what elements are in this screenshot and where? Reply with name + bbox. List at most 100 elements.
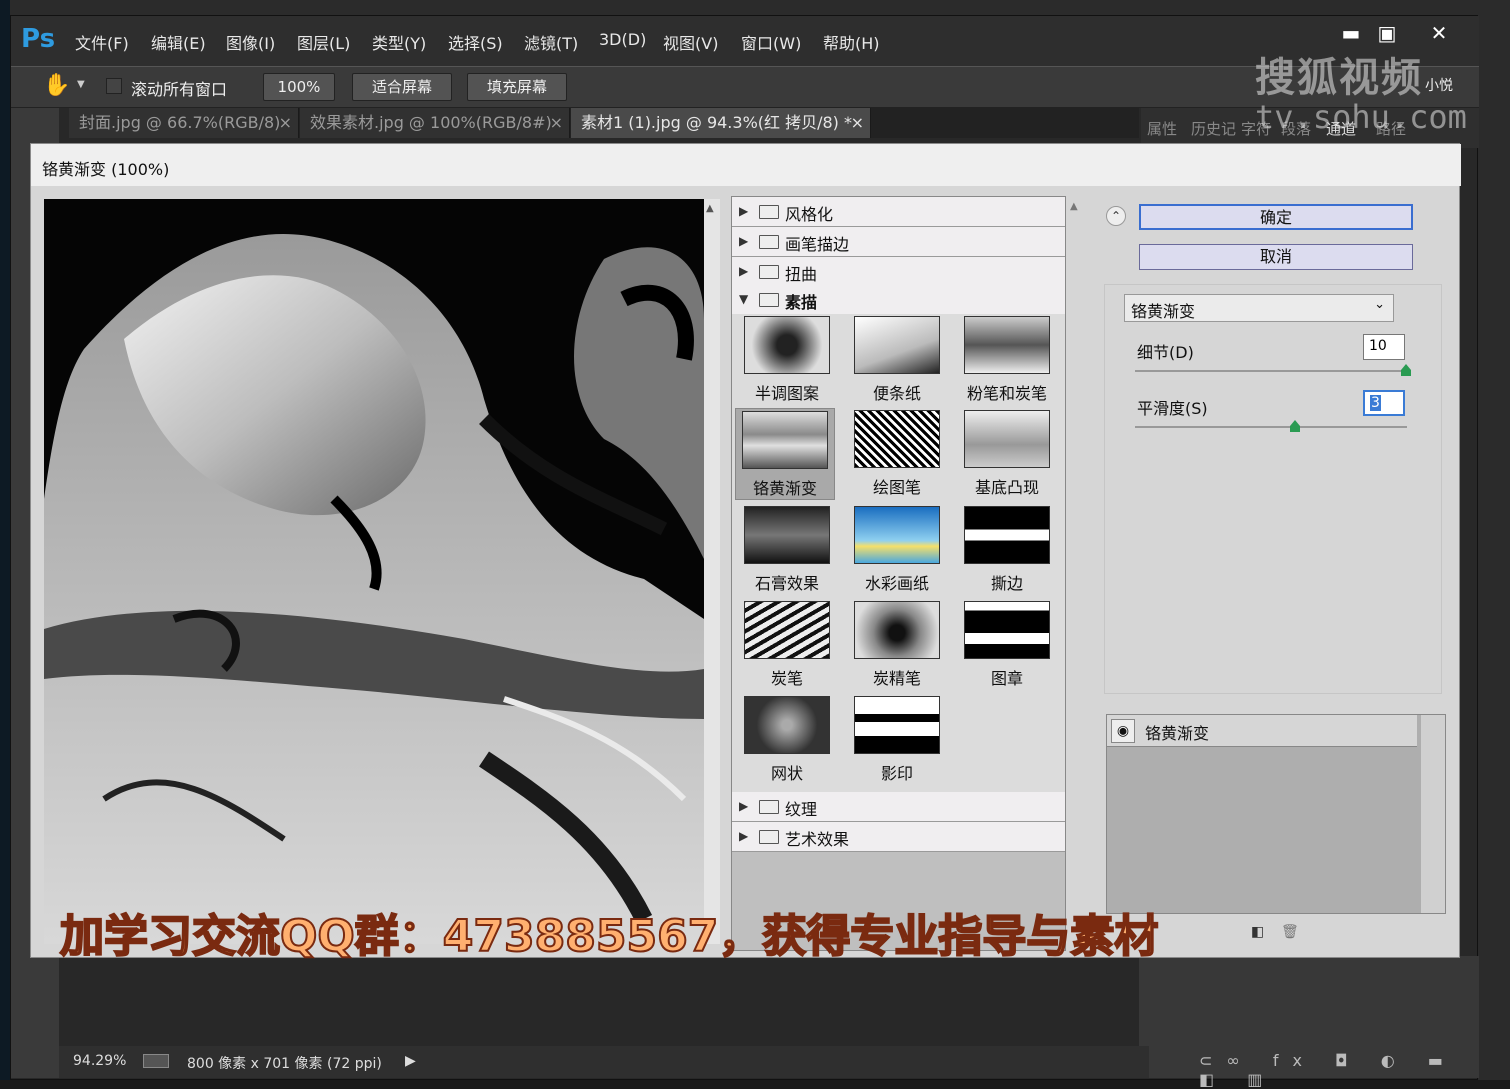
thumb-image	[854, 696, 940, 754]
close-button[interactable]: ✕	[1421, 18, 1457, 48]
filter-list: ▶ 风格化 ▶ 画笔描边 ▶ 扭曲 ▼ 素描 半调图案 便条纸 粉笔和炭笔 铬黄渐变 绘…	[731, 196, 1078, 951]
menu-edit[interactable]: 编辑(E)	[151, 30, 206, 54]
category-distort[interactable]: ▶ 扭曲	[732, 257, 1065, 287]
zoom-100-button[interactable]: 100%	[263, 73, 335, 101]
new-effect-icon[interactable]: ◧	[1251, 924, 1264, 940]
thumb-stamp[interactable]: 图章	[957, 599, 1057, 691]
category-brush-strokes[interactable]: ▶ 画笔描边	[732, 227, 1065, 257]
close-icon[interactable]: ×	[851, 108, 864, 138]
collapse-gallery-icon[interactable]: ⌃	[1106, 206, 1126, 226]
status-icon	[143, 1054, 169, 1068]
detail-input[interactable]: 10	[1363, 334, 1405, 360]
minimize-button[interactable]: ▬	[1333, 18, 1369, 48]
cancel-button[interactable]: 取消	[1139, 244, 1413, 270]
menu-3d[interactable]: 3D(D)	[599, 30, 646, 49]
menu-file[interactable]: 文件(F)	[75, 30, 129, 54]
thumb-image	[964, 601, 1050, 659]
menu-view[interactable]: 视图(V)	[663, 30, 718, 54]
chevron-down-icon: ⌄	[1374, 297, 1385, 312]
thumb-image	[854, 316, 940, 374]
layer-scrollbar[interactable]	[1421, 715, 1445, 913]
document-tabs: 封面.jpg @ 66.7%(RGB/8) × 效果素材.jpg @ 100%(…	[69, 108, 1139, 138]
menu-type[interactable]: 类型(Y)	[372, 30, 426, 54]
sohu-logo: 搜狐视频	[1255, 55, 1423, 101]
filter-preview[interactable]	[44, 199, 704, 944]
effect-layer-name: 铬黄渐变	[1145, 724, 1210, 743]
filter-controls: ⌃ 确定 取消 铬黄渐变 ⌄ 细节(D) 10 平滑度(S) 3	[1101, 196, 1446, 696]
menu-layer[interactable]: 图层(L)	[297, 30, 350, 54]
delete-effect-icon[interactable]: 🗑	[1281, 924, 1299, 940]
thumb-graphic-pen[interactable]: 绘图笔	[847, 408, 947, 500]
collapse-icon: ▼	[739, 292, 749, 306]
smoothness-input[interactable]: 3	[1363, 390, 1405, 416]
filter-select-value: 铬黄渐变	[1131, 302, 1196, 321]
screen: Ps 文件(F) 编辑(E) 图像(I) 图层(L) 类型(Y) 选择(S) 滤…	[0, 0, 1510, 1089]
thumb-image	[854, 601, 940, 659]
category-artistic[interactable]: ▶ 艺术效果	[732, 822, 1065, 852]
thumb-note-paper[interactable]: 便条纸	[847, 314, 947, 406]
expand-icon: ▶	[739, 799, 749, 813]
watermark-tag: 小悦	[1425, 78, 1453, 94]
chevron-down-icon[interactable]: ▼	[77, 79, 85, 90]
thumb-image	[742, 411, 828, 469]
fill-screen-button[interactable]: 填充屏幕	[467, 73, 567, 101]
scroll-up-icon[interactable]: ▲	[1070, 201, 1078, 212]
fit-screen-button[interactable]: 适合屏幕	[352, 73, 452, 101]
smoothness-value: 3	[1370, 395, 1381, 411]
menu-help[interactable]: 帮助(H)	[823, 30, 880, 54]
zoom-level[interactable]: 94.29%	[73, 1053, 126, 1069]
thumb-conte-crayon[interactable]: 炭精笔	[847, 599, 947, 691]
tab-effect-material[interactable]: 效果素材.jpg @ 100%(RGB/8#) ×	[300, 108, 570, 138]
thumb-chalk-charcoal[interactable]: 粉笔和炭笔	[957, 314, 1057, 406]
thumb-image	[964, 506, 1050, 564]
scroll-all-label: 滚动所有窗口	[131, 80, 228, 99]
tab-history[interactable]: 历史记	[1191, 118, 1236, 139]
tab-cover[interactable]: 封面.jpg @ 66.7%(RGB/8) ×	[69, 108, 299, 138]
thumb-image	[854, 506, 940, 564]
thumb-chrome[interactable]: 铬黄渐变	[735, 408, 835, 500]
detail-slider[interactable]	[1135, 370, 1407, 372]
dialog-title: 铬黄渐变 (100%)	[31, 144, 1461, 186]
thumb-reticulation[interactable]: 网状	[737, 694, 837, 786]
eye-icon[interactable]: ◉	[1111, 719, 1135, 743]
thumb-image	[744, 601, 830, 659]
doc-info: 800 像素 x 701 像素 (72 ppi)	[187, 1056, 382, 1072]
smoothness-slider[interactable]	[1135, 426, 1407, 428]
menu-window[interactable]: 窗口(W)	[741, 30, 801, 54]
category-texture[interactable]: ▶ 纹理	[732, 792, 1065, 822]
scroll-up-icon[interactable]: ▲	[706, 203, 714, 214]
thumb-plaster[interactable]: 石膏效果	[737, 504, 837, 596]
thumb-water-paper[interactable]: 水彩画纸	[847, 504, 947, 596]
scroll-all-checkbox[interactable]	[106, 78, 122, 94]
ok-button[interactable]: 确定	[1139, 204, 1413, 230]
thumb-charcoal[interactable]: 炭笔	[737, 599, 837, 691]
thumb-bas-relief[interactable]: 基底凸现	[957, 408, 1057, 500]
filter-select[interactable]: 铬黄渐变 ⌄	[1124, 294, 1394, 322]
expand-icon: ▶	[739, 204, 749, 218]
thumb-photocopy[interactable]: 影印	[847, 694, 947, 786]
hand-tool-icon[interactable]: ✋	[43, 73, 70, 98]
close-icon[interactable]: ×	[279, 108, 292, 138]
thumb-halftone[interactable]: 半调图案	[737, 314, 837, 406]
effect-layer-row[interactable]: ◉ 铬黄渐变	[1107, 715, 1417, 747]
expand-icon: ▶	[739, 264, 749, 278]
menu-image[interactable]: 图像(I)	[226, 30, 275, 54]
ps-logo: Ps	[21, 24, 56, 54]
tab-material1[interactable]: 素材1 (1).jpg @ 94.3%(红 拷贝/8) * ×	[571, 108, 871, 138]
sohu-url: tv.sohu.com	[1255, 98, 1467, 136]
preview-scrollbar[interactable]: ▲	[704, 199, 720, 944]
play-icon[interactable]: ▶	[405, 1053, 416, 1069]
close-icon[interactable]: ×	[550, 108, 563, 138]
effect-layers: ◉ 铬黄渐变	[1106, 714, 1446, 914]
folder-icon	[759, 265, 779, 279]
folder-icon	[759, 235, 779, 249]
thumb-torn-edges[interactable]: 撕边	[957, 504, 1057, 596]
menu-filter[interactable]: 滤镜(T)	[524, 30, 578, 54]
category-sketch[interactable]: ▼ 素描	[732, 285, 1065, 315]
tab-properties[interactable]: 属性	[1147, 118, 1177, 139]
panel-footer-icons: ⊂∞ fx ◘ ◐ ▬ ◧ ▥	[1199, 1051, 1457, 1089]
menu-select[interactable]: 选择(S)	[448, 30, 503, 54]
folder-icon	[759, 830, 779, 844]
maximize-button[interactable]: ▣	[1369, 18, 1405, 48]
category-stylize[interactable]: ▶ 风格化	[732, 197, 1065, 227]
